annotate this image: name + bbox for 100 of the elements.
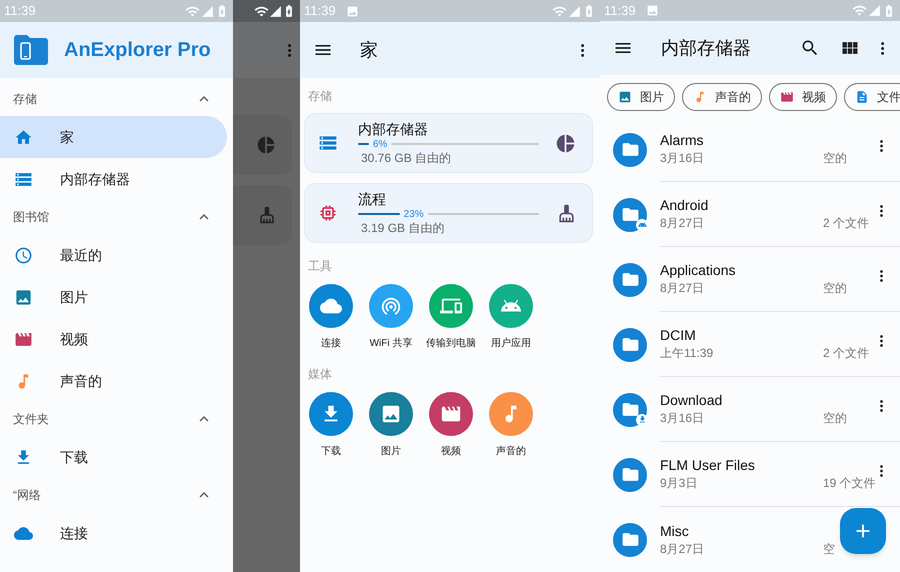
shortcut[interactable]: 连接 bbox=[301, 284, 361, 351]
file-info: 空的 bbox=[823, 150, 848, 167]
shortcut[interactable]: 传输到电脑 bbox=[421, 284, 481, 351]
screen-title: 家 bbox=[360, 38, 378, 62]
filter-chip[interactable]: 视频 bbox=[769, 83, 837, 111]
section-heading: 存储 bbox=[13, 91, 37, 108]
drawer-item[interactable]: 视频 bbox=[0, 318, 227, 360]
status-time: 11:39 bbox=[4, 2, 36, 20]
folder-icon bbox=[613, 392, 647, 426]
more-icon[interactable] bbox=[880, 465, 883, 477]
filter-chip[interactable]: 图片 bbox=[607, 83, 675, 111]
filter-chip[interactable]: 声音的 bbox=[682, 83, 762, 111]
screen-title: 内部存储器 bbox=[661, 36, 751, 60]
file-info: 空的 bbox=[823, 410, 848, 427]
usage-percent: 6% bbox=[372, 138, 388, 152]
section-heading: 工具 bbox=[308, 258, 332, 275]
add-fab[interactable] bbox=[840, 508, 886, 554]
broom-icon bbox=[258, 206, 276, 224]
file-name: FLM User Files bbox=[660, 456, 756, 474]
file-date: 3月16日 bbox=[660, 150, 706, 167]
chip-icon bbox=[318, 203, 338, 223]
image-notification-icon bbox=[346, 4, 359, 18]
pie-chart-icon[interactable] bbox=[555, 132, 576, 154]
image-icon bbox=[380, 403, 402, 425]
file-row[interactable]: Alarms 3月16日 空的 bbox=[600, 117, 900, 182]
signal-icon bbox=[868, 4, 881, 18]
file-row[interactable]: Download 3月16日 空的 bbox=[600, 377, 900, 442]
folder-icon bbox=[613, 132, 647, 166]
file-info: 2 个文件 bbox=[823, 215, 870, 232]
file-date: 8月27日 bbox=[660, 280, 706, 297]
shortcut-label: WiFi 共享 bbox=[370, 336, 412, 351]
broom-icon[interactable] bbox=[557, 204, 576, 222]
storage-card[interactable]: 流程 23% 3.19 GB 自由的 bbox=[304, 183, 593, 243]
file-info: 19 个文件 bbox=[823, 475, 873, 492]
shortcut[interactable]: 下载 bbox=[301, 392, 361, 459]
signal-icon bbox=[568, 4, 581, 18]
more-icon[interactable] bbox=[880, 140, 883, 152]
document-icon bbox=[855, 90, 869, 104]
more-icon[interactable] bbox=[880, 270, 883, 282]
section-heading: 文件夹 bbox=[13, 411, 49, 428]
shortcut-label: 传输到电脑 bbox=[426, 336, 476, 351]
shortcut-label: 声音的 bbox=[496, 444, 526, 459]
drawer-item[interactable]: 连接 bbox=[0, 512, 227, 554]
wifi-icon bbox=[852, 3, 867, 18]
folder-icon bbox=[613, 458, 647, 492]
app-title: AnExplorer Pro bbox=[64, 38, 211, 63]
folder-icon bbox=[613, 262, 647, 296]
storage-card[interactable]: 内部存储器 6% 30.76 GB 自由的 bbox=[304, 113, 593, 173]
shortcut[interactable]: 用户应用 bbox=[481, 284, 541, 351]
file-row[interactable]: FLM User Files 9月3日 19 个文件 bbox=[600, 442, 900, 507]
more-icon[interactable] bbox=[880, 205, 883, 217]
drawer-item[interactable]: 最近的 bbox=[0, 234, 227, 276]
file-info: 空的 bbox=[823, 280, 848, 297]
signal-icon bbox=[269, 4, 282, 18]
clapper-icon bbox=[780, 90, 794, 104]
shortcut-label: 图片 bbox=[381, 444, 401, 459]
more-icon[interactable] bbox=[880, 400, 883, 412]
shortcut[interactable]: WiFi 共享 bbox=[361, 284, 421, 351]
section-heading: 图书馆 bbox=[13, 209, 49, 226]
shortcut[interactable]: 视频 bbox=[421, 392, 481, 459]
file-row[interactable]: Applications 8月27日 空的 bbox=[600, 247, 900, 312]
more-icon[interactable] bbox=[880, 335, 883, 347]
drawer-item[interactable]: 声音的 bbox=[0, 360, 227, 402]
file-name: Alarms bbox=[660, 131, 705, 149]
folder-icon bbox=[613, 198, 647, 232]
storage-name: 内部存储器 bbox=[358, 120, 429, 138]
shortcut[interactable]: 声音的 bbox=[481, 392, 541, 459]
file-date: 8月27日 bbox=[660, 540, 706, 558]
file-date: 8月27日 bbox=[660, 215, 706, 232]
storage-name: 流程 bbox=[358, 190, 387, 208]
shortcut-label: 连接 bbox=[321, 336, 341, 351]
pie-chart-icon bbox=[256, 135, 276, 155]
drawer-item[interactable]: 内部存储器 bbox=[0, 158, 227, 200]
status-time: 11:39 bbox=[604, 2, 636, 20]
file-row[interactable]: DCIM 上午11:39 2 个文件 bbox=[600, 312, 900, 377]
shortcut-label: 下载 bbox=[321, 444, 341, 459]
file-date: 9月3日 bbox=[660, 475, 698, 492]
drawer-item[interactable]: 下载 bbox=[0, 436, 227, 478]
more-icon[interactable] bbox=[880, 42, 884, 55]
drawer-item[interactable]: 家 bbox=[0, 116, 227, 158]
file-info: 2 个文件 bbox=[823, 345, 870, 362]
image-icon bbox=[14, 288, 33, 306]
shortcut-label: 视频 bbox=[441, 444, 461, 459]
drawer-item[interactable]: 图片 bbox=[0, 276, 227, 318]
file-row[interactable]: Android 8月27日 2 个文件 bbox=[600, 182, 900, 247]
signal-icon bbox=[201, 4, 214, 18]
home-icon bbox=[14, 128, 33, 146]
status-time: 11:39 bbox=[304, 2, 336, 20]
clock-icon bbox=[14, 246, 33, 264]
free-space: 30.76 GB 自由的 bbox=[361, 150, 452, 166]
shortcut[interactable]: 图片 bbox=[361, 392, 421, 459]
section-heading: 媒体 bbox=[308, 366, 332, 383]
file-name: Applications bbox=[660, 261, 736, 279]
more-icon[interactable] bbox=[580, 44, 584, 56]
file-date: 3月16日 bbox=[660, 410, 706, 427]
file-name: Android bbox=[660, 196, 710, 214]
more-icon bbox=[288, 44, 291, 56]
file-date: 上午11:39 bbox=[660, 345, 714, 362]
section-heading: 存储 bbox=[308, 88, 332, 105]
file-info: 空 bbox=[823, 540, 836, 558]
